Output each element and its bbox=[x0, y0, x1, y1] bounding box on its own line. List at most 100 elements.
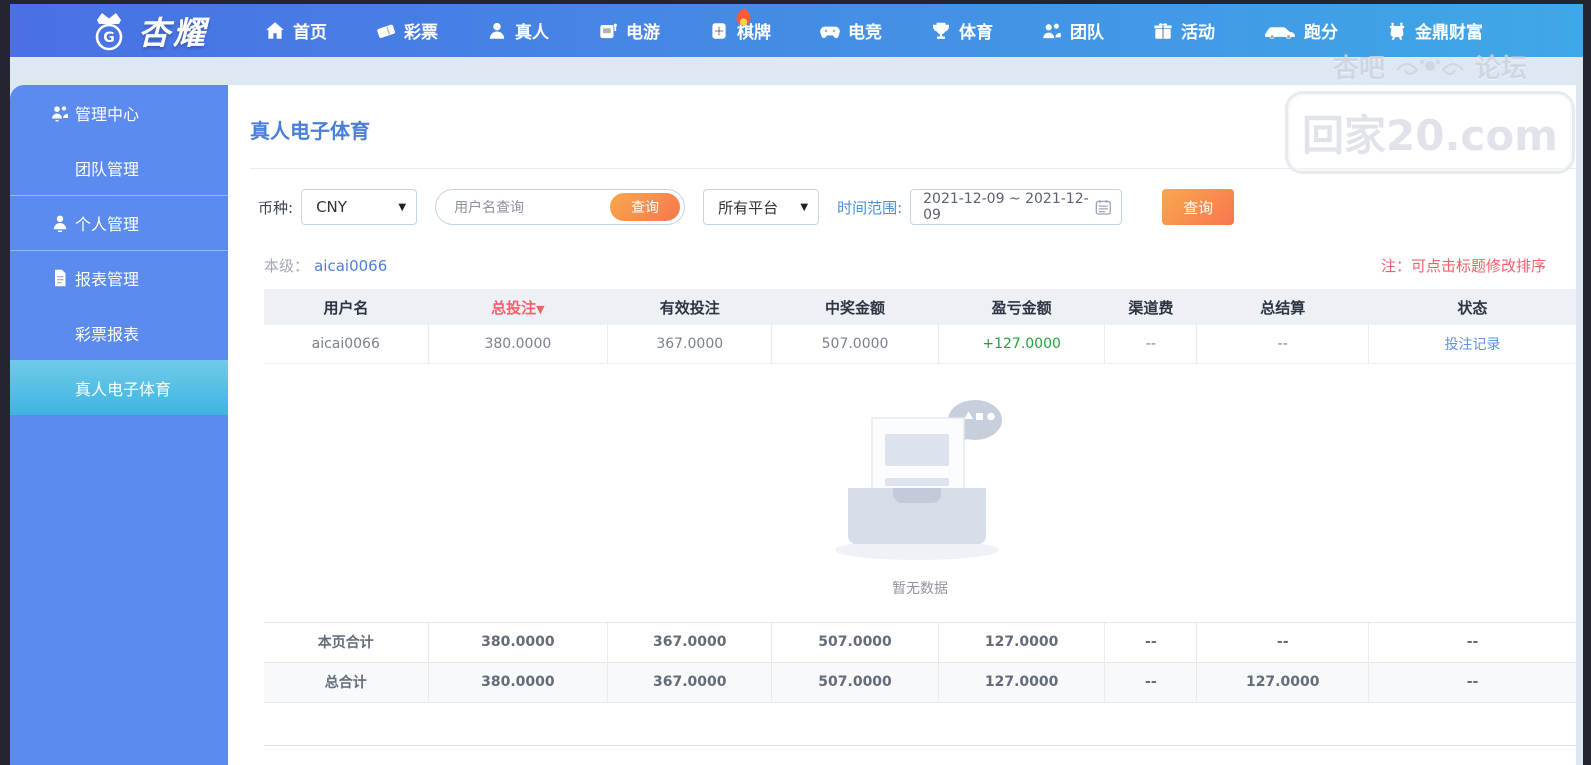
level-label: 本级： bbox=[264, 257, 310, 275]
nav-item-paofen[interactable]: 跑分 bbox=[1263, 18, 1338, 43]
nav-item-activity[interactable]: 活动 bbox=[1152, 18, 1215, 43]
nav-menu: 首页 彩票 真人 电游 棋牌 电竞 体育 团队 活动 跑分 金鼎财富 bbox=[264, 6, 1531, 43]
header-valid-bet[interactable]: 有效投注 bbox=[607, 289, 772, 325]
header-username[interactable]: 用户名 bbox=[264, 289, 428, 325]
report-table: 用户名 总投注▼ 有效投注 中奖金额 盈亏金额 渠道费 总结算 状态 aicai… bbox=[264, 289, 1576, 703]
page-total-valid-bet: 367.0000 bbox=[607, 622, 772, 663]
nav-item-egames[interactable]: 电游 bbox=[597, 18, 660, 43]
page-total-channel-fee: -- bbox=[1104, 622, 1197, 663]
home-icon bbox=[264, 20, 286, 42]
cell-win-amount: 507.0000 bbox=[771, 325, 939, 364]
trophy-icon bbox=[930, 20, 952, 42]
empty-state: 暂无数据 bbox=[264, 392, 1576, 598]
date-range-input[interactable]: 2021-12-09 ~ 2021-12-09 bbox=[910, 189, 1123, 225]
cell-status: 投注记录 bbox=[1368, 325, 1576, 364]
caret-down-icon: ▼ bbox=[800, 201, 809, 213]
empty-state-text: 暂无数据 bbox=[892, 580, 948, 597]
date-range-label: 时间范围: bbox=[837, 198, 903, 217]
grand-total-channel-fee: -- bbox=[1104, 662, 1197, 703]
person-icon bbox=[486, 20, 508, 42]
table-header-row: 用户名 总投注▼ 有效投注 中奖金额 盈亏金额 渠道费 总结算 状态 bbox=[264, 289, 1576, 325]
gamepad-icon bbox=[819, 20, 841, 42]
level-row: 本级： aicai0066 注：可点击标题修改排序 bbox=[264, 255, 1576, 275]
sidebar-item-live-esports[interactable]: 真人电子体育 bbox=[10, 360, 228, 415]
cell-total-settlement: -- bbox=[1196, 325, 1369, 364]
page-total-profit: 127.0000 bbox=[937, 622, 1105, 663]
page-total-row: 本页合计 380.0000 367.0000 507.0000 127.0000… bbox=[264, 622, 1576, 663]
username-search-box: 查询 bbox=[435, 189, 686, 225]
report-document-icon bbox=[50, 268, 70, 288]
nav-item-chess[interactable]: 棋牌 bbox=[708, 6, 771, 43]
header-win-amount[interactable]: 中奖金额 bbox=[771, 289, 939, 325]
header-status[interactable]: 状态 bbox=[1368, 289, 1576, 325]
bet-record-link[interactable]: 投注记录 bbox=[1445, 337, 1501, 353]
empty-state-row: 暂无数据 bbox=[264, 363, 1576, 623]
ticket-icon bbox=[375, 20, 397, 42]
page-total-settlement: -- bbox=[1196, 622, 1369, 663]
brand-emblem-icon: G bbox=[95, 12, 123, 50]
cell-username: aicai0066 bbox=[264, 325, 428, 364]
main-content: 真人电子体育 币种: CNY ▼ 查询 所有平台 ▼ 时间范围: bbox=[228, 85, 1576, 765]
nav-item-team[interactable]: 团队 bbox=[1041, 18, 1104, 43]
ding-cauldron-icon bbox=[1386, 20, 1408, 42]
grand-total-win: 507.0000 bbox=[771, 662, 939, 703]
search-button[interactable]: 查询 bbox=[1162, 189, 1235, 225]
nav-item-jinding[interactable]: 金鼎财富 bbox=[1386, 18, 1483, 43]
sidebar-item-lottery-report[interactable]: 彩票报表 bbox=[10, 305, 228, 360]
header-channel-fee[interactable]: 渠道费 bbox=[1104, 289, 1197, 325]
cell-valid-bet: 367.0000 bbox=[607, 325, 772, 364]
filter-bar: 币种: CNY ▼ 查询 所有平台 ▼ 时间范围: 2021-12-09 ~ 2… bbox=[258, 189, 1576, 225]
page-title: 真人电子体育 bbox=[250, 119, 370, 143]
header-total-settlement[interactable]: 总结算 bbox=[1196, 289, 1369, 325]
grand-total-valid-bet: 367.0000 bbox=[607, 662, 772, 703]
nav-item-live[interactable]: 真人 bbox=[486, 18, 549, 43]
bottom-divider bbox=[264, 744, 1576, 746]
grand-total-status: -- bbox=[1368, 662, 1576, 703]
username-search-button[interactable]: 查询 bbox=[610, 193, 681, 221]
header-total-bet-sorted[interactable]: 总投注▼ bbox=[428, 289, 608, 325]
current-level-user-link[interactable]: aicai0066 bbox=[314, 257, 387, 275]
sidebar-item-team-management[interactable]: 团队管理 bbox=[10, 140, 228, 195]
sidebar-item-management-center[interactable]: 管理中心 bbox=[10, 85, 228, 140]
grand-total-profit: 127.0000 bbox=[937, 662, 1105, 703]
date-range-value: 2021-12-09 ~ 2021-12-09 bbox=[923, 191, 1089, 223]
svg-text:G: G bbox=[103, 30, 115, 46]
currency-select-value: CNY bbox=[316, 198, 347, 216]
platform-select-value: 所有平台 bbox=[718, 198, 779, 217]
page-total-win: 507.0000 bbox=[771, 622, 939, 663]
cell-profit-loss: +127.0000 bbox=[937, 325, 1105, 364]
page-total-bet: 380.0000 bbox=[427, 622, 608, 663]
currency-select[interactable]: CNY ▼ bbox=[301, 189, 418, 225]
top-navbar: G 杏耀 首页 彩票 真人 电游 棋牌 电竞 体育 团队 活动 跑分 金鼎财富 bbox=[10, 4, 1583, 57]
slot-machine-icon bbox=[597, 20, 619, 42]
user-icon bbox=[50, 213, 70, 233]
platform-select[interactable]: 所有平台 ▼ bbox=[703, 189, 820, 225]
cell-total-bet: 380.0000 bbox=[427, 325, 608, 364]
grand-total-settlement: 127.0000 bbox=[1196, 662, 1369, 703]
table-row: aicai0066 380.0000 367.0000 507.0000 +12… bbox=[264, 325, 1576, 364]
nav-item-esports[interactable]: 电竞 bbox=[819, 18, 882, 43]
currency-label: 币种: bbox=[258, 198, 294, 217]
sidebar: 管理中心 团队管理 个人管理 报表管理 彩票报表 真人电子体育 bbox=[10, 85, 228, 765]
cell-channel-fee: -- bbox=[1104, 325, 1197, 364]
username-input[interactable] bbox=[454, 199, 611, 215]
nav-item-lottery[interactable]: 彩票 bbox=[375, 18, 438, 43]
page-total-status: -- bbox=[1368, 622, 1576, 663]
page-total-label: 本页合计 bbox=[264, 622, 428, 663]
app-window: G 杏耀 首页 彩票 真人 电游 棋牌 电竞 体育 团队 活动 跑分 金鼎财富 … bbox=[10, 4, 1583, 765]
header-profit-loss[interactable]: 盈亏金额 bbox=[938, 289, 1105, 325]
users-icon bbox=[50, 103, 70, 123]
grand-total-row: 总合计 380.0000 367.0000 507.0000 127.0000 … bbox=[264, 662, 1576, 703]
no-data-illustration-icon bbox=[835, 399, 1002, 560]
caret-down-icon: ▼ bbox=[398, 201, 407, 213]
title-divider bbox=[250, 168, 1576, 169]
team-icon bbox=[1041, 20, 1063, 42]
nav-item-sports[interactable]: 体育 bbox=[930, 18, 993, 43]
sidebar-item-personal-management[interactable]: 个人管理 bbox=[10, 195, 228, 250]
sort-note: 注：可点击标题修改排序 bbox=[1380, 257, 1546, 275]
grand-total-bet: 380.0000 bbox=[427, 662, 608, 703]
brand-logo[interactable]: G 杏耀 bbox=[88, 8, 208, 54]
nav-item-home[interactable]: 首页 bbox=[264, 18, 327, 43]
calendar-icon bbox=[1095, 200, 1111, 215]
sidebar-item-report-management[interactable]: 报表管理 bbox=[10, 250, 228, 305]
